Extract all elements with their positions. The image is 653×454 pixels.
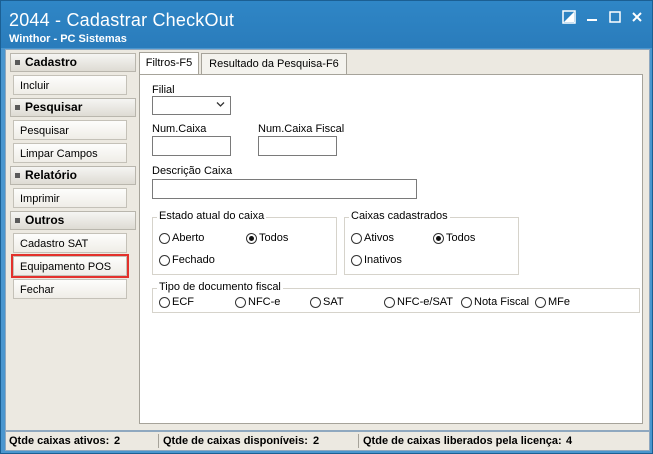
num-caixa-fiscal-input[interactable] — [258, 136, 337, 156]
radio-estado-fechado[interactable]: Fechado — [159, 254, 215, 266]
incluir-button[interactable]: Incluir — [13, 75, 127, 95]
radio-circle — [159, 296, 170, 308]
radio-circle — [351, 254, 362, 266]
radio-doc-ecf[interactable]: ECF — [159, 296, 194, 308]
window-title: 2044 - Cadastrar CheckOut — [9, 10, 235, 30]
num-caixa-label: Num.Caixa — [152, 123, 207, 135]
tab-resultado[interactable]: Resultado da Pesquisa-F6 — [201, 53, 347, 74]
radio-cadastrados-ativos[interactable]: Ativos — [351, 232, 394, 244]
group-relatorio: Relatório Imprimir — [10, 166, 136, 208]
estado-group: Estado atual do caixa Aberto Todos Fecha… — [152, 210, 337, 275]
radio-circle — [235, 296, 246, 308]
descricao-input[interactable] — [152, 179, 417, 199]
group-header-relatorio[interactable]: Relatório — [10, 166, 136, 185]
status-divider — [358, 434, 359, 448]
title-bar: 2044 - Cadastrar CheckOut Winthor - PC S… — [1, 1, 652, 48]
status-liberados-label: Qtde de caixas liberados pela licença: — [363, 435, 562, 447]
status-liberados-value: 4 — [566, 435, 573, 447]
equipamento-pos-button[interactable]: Equipamento POS — [11, 254, 129, 278]
group-header-cadastro[interactable]: Cadastro — [10, 53, 136, 72]
client-area: Cadastro Incluir Pesquisar Pesquisar Lim… — [5, 49, 650, 431]
chevron-down-icon — [216, 102, 225, 107]
limpar-campos-button[interactable]: Limpar Campos — [13, 143, 127, 163]
cadastro-sat-button[interactable]: Cadastro SAT — [13, 233, 127, 253]
tab-filtros[interactable]: Filtros-F5 — [139, 52, 199, 75]
num-caixa-input[interactable] — [152, 136, 231, 156]
status-disponiveis-label: Qtde de caixas disponíveis: — [163, 435, 308, 447]
tipo-doc-group: Tipo de documento fiscal ECF NFC-e SAT N… — [152, 281, 640, 313]
bullet-icon — [15, 173, 20, 178]
radio-cadastrados-inativos[interactable]: Inativos — [351, 254, 402, 266]
radio-circle — [310, 296, 321, 308]
radio-estado-aberto[interactable]: Aberto — [159, 232, 204, 244]
descricao-label: Descrição Caixa — [152, 165, 233, 177]
filters-panel: Filial Num.Caixa Num.Caixa Fiscal Descri… — [139, 74, 643, 424]
group-header-pesquisar[interactable]: Pesquisar — [10, 98, 136, 117]
num-caixa-fiscal-label: Num.Caixa Fiscal — [258, 123, 345, 135]
radio-circle — [159, 232, 170, 244]
pesquisar-button[interactable]: Pesquisar — [13, 120, 127, 140]
radio-estado-todos[interactable]: Todos — [246, 232, 288, 244]
radio-circle — [384, 296, 395, 308]
cadastrados-group: Caixas cadastrados Ativos Todos Inativos — [344, 210, 519, 275]
radio-doc-nota-fiscal[interactable]: Nota Fiscal — [461, 296, 529, 308]
radio-cadastrados-todos[interactable]: Todos — [433, 232, 475, 244]
bullet-icon — [15, 60, 20, 65]
status-ativos-label: Qtde caixas ativos: — [9, 435, 110, 447]
radio-circle — [351, 232, 362, 244]
group-outros: Outros Cadastro SAT Equipamento POS Fech… — [10, 211, 136, 299]
maximize-icon[interactable] — [608, 10, 622, 24]
radio-circle — [461, 296, 472, 308]
bullet-icon — [15, 218, 20, 223]
fechar-button[interactable]: Fechar — [13, 279, 127, 299]
group-header-outros[interactable]: Outros — [10, 211, 136, 230]
group-pesquisar: Pesquisar Pesquisar Limpar Campos — [10, 98, 136, 163]
status-disponiveis-value: 2 — [313, 435, 320, 447]
status-ativos-value: 2 — [114, 435, 121, 447]
radio-doc-nfce[interactable]: NFC-e — [235, 296, 280, 308]
cadastrados-legend: Caixas cadastrados — [349, 210, 450, 222]
radio-doc-sat[interactable]: SAT — [310, 296, 344, 308]
minimize-icon[interactable] — [585, 10, 599, 24]
filial-select[interactable] — [152, 96, 231, 115]
sidebar: Cadastro Incluir Pesquisar Pesquisar Lim… — [10, 53, 136, 302]
radio-doc-mfe[interactable]: MFe — [535, 296, 570, 308]
status-divider — [158, 434, 159, 448]
radio-circle — [433, 232, 444, 244]
radio-circle — [159, 254, 170, 266]
restore-icon[interactable] — [562, 10, 576, 24]
filial-label: Filial — [152, 84, 175, 96]
radio-doc-nfce-sat[interactable]: NFC-e/SAT — [384, 296, 453, 308]
bullet-icon — [15, 105, 20, 110]
radio-circle — [246, 232, 257, 244]
close-icon[interactable] — [630, 10, 644, 24]
window-subtitle: Winthor - PC Sistemas — [9, 33, 127, 45]
estado-legend: Estado atual do caixa — [157, 210, 267, 222]
group-cadastro: Cadastro Incluir — [10, 53, 136, 95]
app-window: 2044 - Cadastrar CheckOut Winthor - PC S… — [0, 0, 653, 454]
status-bar: Qtde caixas ativos: 2 Qtde de caixas dis… — [5, 431, 650, 451]
tipo-doc-legend: Tipo de documento fiscal — [157, 281, 283, 293]
imprimir-button[interactable]: Imprimir — [13, 188, 127, 208]
radio-circle — [535, 296, 546, 308]
